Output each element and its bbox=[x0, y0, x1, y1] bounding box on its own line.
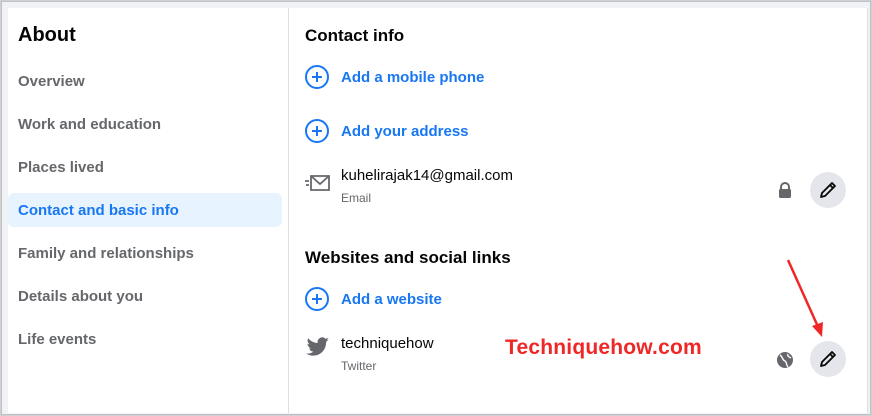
about-card: About Overview Work and education Places… bbox=[8, 8, 868, 413]
pencil-icon bbox=[820, 351, 836, 367]
add-address-button[interactable]: Add your address bbox=[305, 118, 469, 144]
add-circle-icon bbox=[305, 65, 329, 89]
envelope-icon bbox=[305, 175, 330, 191]
websites-social-links-heading: Websites and social links bbox=[305, 248, 511, 267]
twitter-bird-icon bbox=[306, 337, 329, 356]
email-row: kuhelirajak14@gmail.com Email bbox=[305, 167, 850, 213]
edit-twitter-button[interactable] bbox=[810, 341, 846, 377]
twitter-type-label: Twitter bbox=[341, 359, 377, 373]
email-type-label: Email bbox=[341, 191, 372, 205]
contact-info-heading: Contact info bbox=[305, 26, 405, 45]
about-sidebar: About Overview Work and education Places… bbox=[8, 8, 289, 413]
email-value: kuhelirajak14@gmail.com bbox=[341, 167, 513, 184]
add-website-label: Add a website bbox=[341, 290, 442, 308]
sidebar-title: About bbox=[18, 24, 76, 46]
add-circle-icon bbox=[305, 287, 329, 311]
sidebar-item-contact-and-basic-info[interactable]: Contact and basic info bbox=[8, 193, 282, 227]
sidebar-item-overview[interactable]: Overview bbox=[8, 64, 282, 98]
sidebar-item-family-and-relationships[interactable]: Family and relationships bbox=[8, 236, 282, 270]
edit-email-button[interactable] bbox=[810, 172, 846, 208]
add-mobile-phone-label: Add a mobile phone bbox=[341, 68, 485, 86]
lock-icon[interactable] bbox=[776, 181, 794, 199]
screenshot-frame: About Overview Work and education Places… bbox=[1, 1, 871, 415]
about-main-panel: Contact info Add a mobile phone Add your… bbox=[290, 8, 868, 413]
sidebar-item-places-lived[interactable]: Places lived bbox=[8, 150, 282, 184]
twitter-value: techniquehow bbox=[341, 335, 434, 352]
globe-icon[interactable] bbox=[776, 351, 794, 369]
watermark-text: Techniquehow.com bbox=[505, 336, 702, 359]
add-website-button[interactable]: Add a website bbox=[305, 286, 442, 312]
sidebar-item-life-events[interactable]: Life events bbox=[8, 322, 282, 356]
add-mobile-phone-button[interactable]: Add a mobile phone bbox=[305, 64, 484, 90]
add-circle-icon bbox=[305, 119, 329, 143]
sidebar-item-work-and-education[interactable]: Work and education bbox=[8, 107, 282, 141]
add-address-label: Add your address bbox=[341, 122, 469, 140]
pencil-icon bbox=[820, 182, 836, 198]
sidebar-item-details-about-you[interactable]: Details about you bbox=[8, 279, 282, 313]
